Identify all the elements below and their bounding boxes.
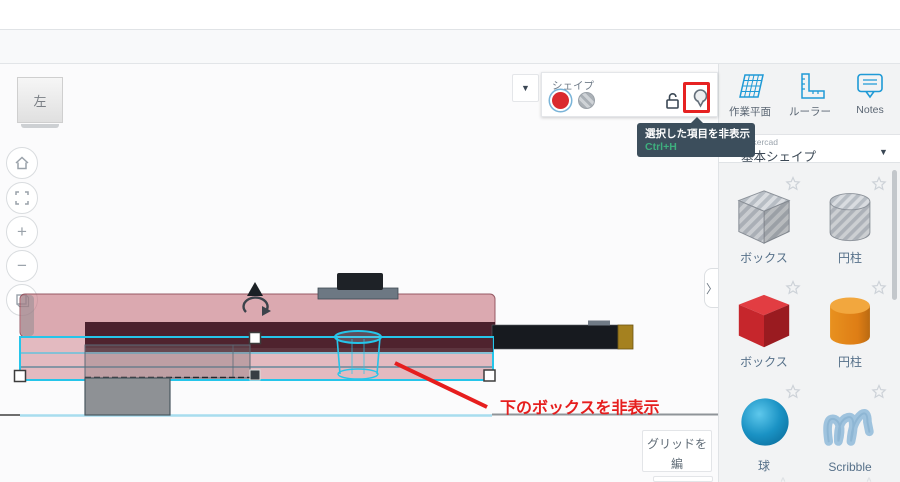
sidebar-scrollbar[interactable] [892, 170, 897, 300]
annotation-highlight-box [683, 82, 710, 113]
red-box-icon [738, 294, 790, 348]
favorite-star-icon [866, 477, 872, 482]
tooltip-text: 選択した項目を非表示 [645, 128, 750, 140]
gray-overlay-box [84, 344, 251, 379]
sidebar-collapse-handle[interactable]: 〉 [704, 268, 719, 308]
notes-icon [857, 73, 883, 99]
inspector-collapse-button[interactable]: ▼ [512, 74, 539, 102]
unlock-button[interactable] [664, 91, 681, 110]
handle-top-mid[interactable] [248, 331, 262, 345]
header-bar [0, 0, 900, 30]
orange-cylinder-icon [830, 297, 870, 345]
notes-tool[interactable]: Notes [843, 72, 897, 130]
hole-box-icon [737, 190, 791, 244]
tooltip-shortcut: Ctrl+H [645, 141, 677, 153]
color-swatch-red[interactable] [552, 92, 569, 109]
shape-label: 球 [757, 459, 770, 473]
shape-panel-title: シェイプ [552, 80, 594, 92]
hole-swatch[interactable] [578, 92, 595, 109]
sphere-icon [741, 398, 789, 446]
unlock-icon [666, 93, 679, 109]
cyan-cylinder-top [334, 330, 382, 344]
workplane-icon [739, 74, 764, 98]
black-bar[interactable] [491, 324, 619, 350]
gray-tab [588, 320, 610, 326]
black-knob[interactable] [337, 273, 383, 290]
scribble-icon [823, 409, 874, 446]
shape-label: ボックス [740, 251, 788, 265]
workplane-tool[interactable]: 作業平面 [723, 72, 777, 130]
chevron-down-icon: ▼ [879, 147, 888, 157]
tinkercad-app: 下のボックスを非表示 T I N K E R C A D Ingenious W… [0, 0, 900, 482]
handle-bottom-left[interactable] [13, 369, 27, 383]
shape-label: 円柱 [837, 355, 862, 369]
shape-item-hole-cylinder[interactable]: 円柱 [811, 174, 889, 270]
top-box-left-cap [21, 295, 34, 336]
notes-label: Notes [856, 104, 884, 116]
workplane-label: 作業平面 [729, 106, 771, 118]
hide-tooltip: 選択した項目を非表示 Ctrl+H [637, 123, 755, 157]
3d-canvas[interactable]: 下のボックスを非表示 [0, 64, 718, 482]
shape-item-hole-box[interactable]: ボックス [725, 174, 803, 270]
handle-bottom-right[interactable] [483, 369, 496, 382]
ruler-icon [801, 73, 825, 99]
shape-item-scribble[interactable]: Scribble [811, 382, 889, 478]
gray-bottom-box[interactable] [84, 377, 171, 416]
shape-label: 円柱 [837, 251, 862, 265]
shape-label: Scribble [828, 460, 872, 474]
annotation-text: 下のボックスを非表示 [500, 398, 660, 417]
move-up-handle[interactable] [247, 282, 263, 296]
shape-item-red-box[interactable]: ボックス [725, 278, 803, 374]
ruler-tool[interactable]: ルーラー [783, 72, 837, 130]
edit-grid-button[interactable]: グリッドを編 集 [642, 430, 712, 482]
gold-tip [617, 324, 634, 350]
favorite-star-icon [780, 477, 786, 482]
edit-toolbar [0, 30, 900, 64]
handle-bottom-mid[interactable] [249, 369, 261, 381]
edit-grid-line1: グリッドを編 [646, 437, 707, 472]
snap-grid-button[interactable] [653, 476, 713, 482]
ruler-label: ルーラー [789, 106, 831, 118]
hole-cylinder-icon [829, 193, 871, 242]
shape-item-orange-cylinder[interactable]: 円柱 [811, 278, 889, 374]
shape-item-sphere[interactable]: 球 [725, 382, 803, 478]
shape-label: ボックス [740, 355, 788, 369]
